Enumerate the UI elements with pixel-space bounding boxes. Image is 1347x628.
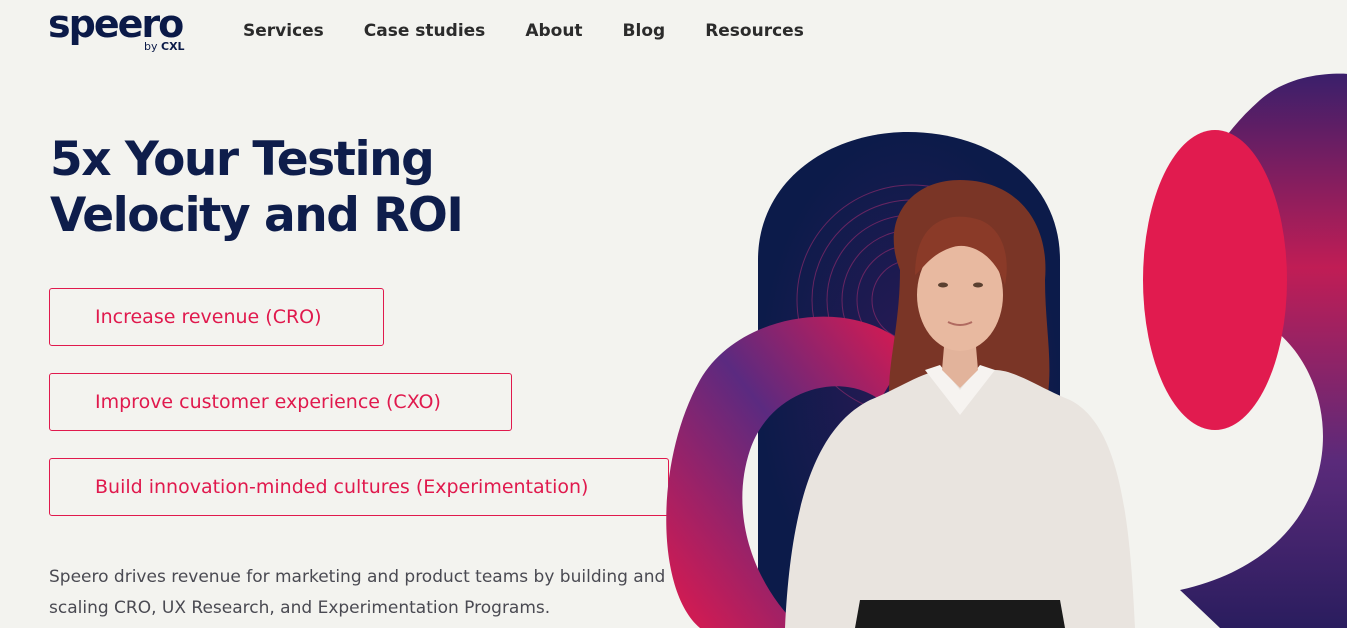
speero-logo[interactable]: speero by CXL xyxy=(48,4,188,56)
nav-item-blog[interactable]: Blog xyxy=(623,19,666,43)
ribbon-highlight xyxy=(1143,130,1287,430)
main-nav: Services Case studies About Blog Resourc… xyxy=(243,19,844,43)
improve-customer-experience-button[interactable]: Improve customer experience (CXO) xyxy=(49,373,512,431)
hero-description: Speero drives revenue for marketing and … xyxy=(49,567,666,618)
logo-brand-text: CXL xyxy=(161,40,185,53)
hero-title-line1: 5x Your Testing xyxy=(50,132,435,187)
hero-visual xyxy=(660,70,1347,628)
logo-by-text: by xyxy=(144,40,158,53)
nav-item-case-studies[interactable]: Case studies xyxy=(364,19,486,43)
logo-wordmark: speero xyxy=(48,2,184,46)
nav-item-resources[interactable]: Resources xyxy=(705,19,804,43)
nav-item-about[interactable]: About xyxy=(525,19,582,43)
hero-title-line2: Velocity and ROI xyxy=(50,188,464,243)
build-innovation-cultures-button[interactable]: Build innovation-minded cultures (Experi… xyxy=(49,458,669,516)
logo-byline: by CXL xyxy=(144,40,185,53)
nav-item-services[interactable]: Services xyxy=(243,19,324,43)
hero-title: 5x Your Testing Velocity and ROI xyxy=(50,132,510,244)
person-with-ribbon-graphic-icon xyxy=(666,73,1347,628)
increase-revenue-button[interactable]: Increase revenue (CRO) xyxy=(49,288,384,346)
